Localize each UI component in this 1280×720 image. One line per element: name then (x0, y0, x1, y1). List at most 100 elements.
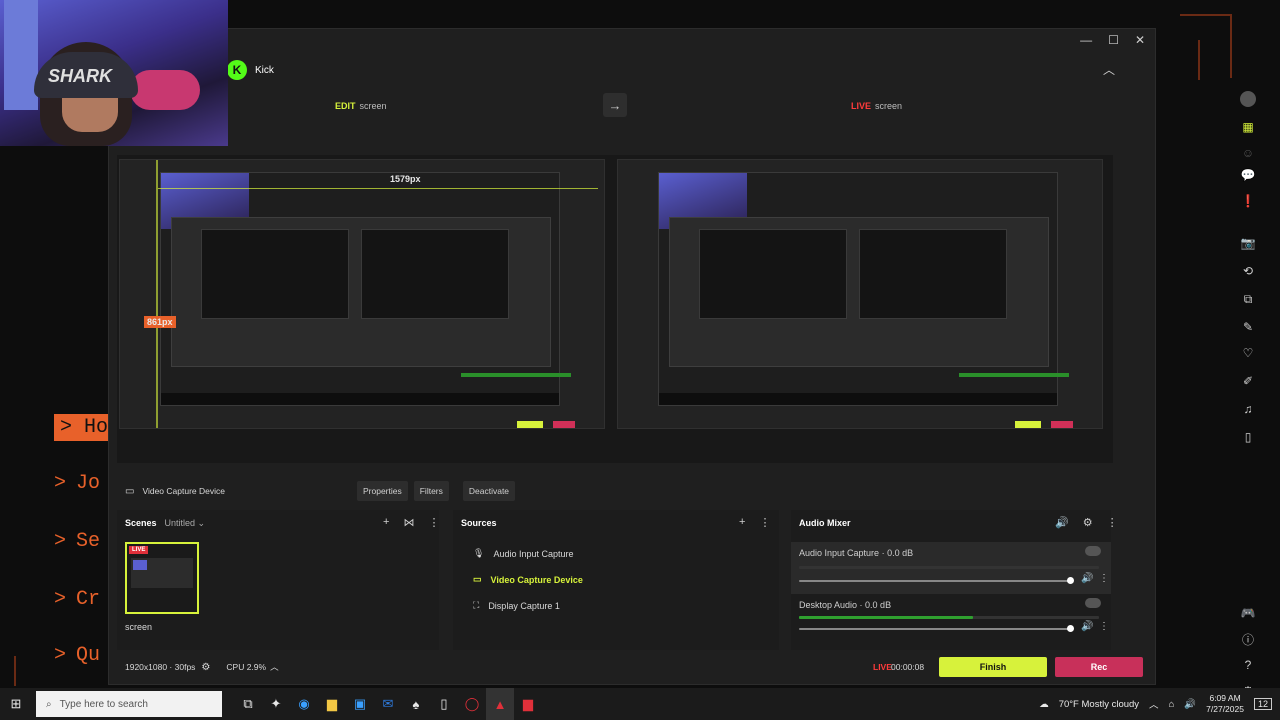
maximize-icon[interactable]: ☐ (1108, 33, 1119, 47)
audio-mixer-panel: Audio Mixer 🔊 ⚙ ⋮ Audio Input Capture · … (791, 510, 1118, 650)
live-preview-canvas (617, 159, 1103, 429)
weather-text[interactable]: 70°F Mostly cloudy (1059, 699, 1139, 710)
platform-indicator[interactable]: K Kick (227, 60, 274, 80)
finish-button[interactable]: Finish (939, 657, 1047, 677)
windows-start-icon[interactable]: ⊞ (2, 688, 30, 720)
transition-icon[interactable]: ⋈ (403, 516, 414, 529)
edit-mode-label: EDIT screen (335, 101, 387, 111)
phone-icon[interactable]: ▯ (1240, 429, 1256, 445)
rec-button[interactable]: Rec (1055, 657, 1143, 677)
arrow-right-icon: → (608, 97, 622, 113)
more-icon[interactable]: ⋮ (428, 516, 439, 529)
more-icon[interactable]: ⋮ (1099, 621, 1109, 632)
source-item[interactable]: ▭ Video Capture Device (473, 574, 583, 585)
edit-preview-canvas[interactable]: 1579px 861px (119, 159, 605, 429)
transition-arrow-button[interactable]: → (603, 93, 627, 117)
scene-name[interactable]: screen (125, 622, 152, 632)
layout-icon[interactable]: ▦ (1240, 119, 1256, 135)
alert-icon[interactable]: ❗ (1240, 193, 1256, 209)
cards-icon[interactable]: ♠ (402, 688, 430, 720)
scenes-actions: + ⋈ ⋮ (383, 516, 439, 529)
mute-toggle[interactable] (1085, 598, 1101, 608)
source-toolbar: ▭ Video Capture Device Properties Filter… (109, 469, 1119, 513)
store-icon[interactable]: ▣ (346, 688, 374, 720)
volume-slider-handle[interactable] (1067, 625, 1074, 632)
filters-button[interactable]: Filters (413, 481, 449, 501)
volume-slider[interactable] (799, 580, 1069, 582)
more-icon[interactable]: ⋮ (1107, 516, 1118, 529)
chevron-up-icon[interactable]: ︿ (1149, 697, 1159, 711)
mixer-actions: 🔊 ⚙ ⋮ (1055, 516, 1118, 529)
people-icon[interactable]: ☺ (1240, 145, 1256, 161)
sources-actions: + ⋮ (739, 516, 770, 529)
platform-name: Kick (255, 64, 274, 76)
resolution-label: 1920x1080 · 30fps (125, 662, 196, 672)
chevron-up-icon[interactable]: ︿ (270, 661, 279, 673)
scenes-panel: Scenes Untitled ⌄ + ⋈ ⋮ LIVE screen (117, 510, 439, 650)
paint-icon[interactable]: ✐ (1240, 373, 1256, 389)
notification-badge[interactable]: 12 (1253, 698, 1272, 710)
edge-icon[interactable]: ◉ (290, 688, 318, 720)
close-icon[interactable]: ✕ (1135, 33, 1145, 47)
level-meter (799, 616, 973, 619)
recorder-icon[interactable]: ▆ (514, 688, 542, 720)
chevron-up-icon[interactable]: ︿ (1103, 61, 1115, 78)
heart-icon[interactable]: ♡ (1240, 345, 1256, 361)
sources-title: Sources (461, 518, 497, 528)
copilot-icon[interactable]: ✦ (262, 688, 290, 720)
scene-thumbnail[interactable]: LIVE (125, 542, 199, 614)
volume-icon[interactable]: 🔊 (1055, 516, 1069, 529)
clock[interactable]: 6:09 AM 7/27/2025 (1206, 693, 1244, 715)
source-item[interactable]: ⛶ Display Capture 1 (473, 600, 560, 611)
decorative-bracket (14, 656, 18, 686)
more-icon[interactable]: ⋮ (759, 516, 770, 529)
width-measure-label: 1579px (390, 174, 421, 184)
opera-icon[interactable]: ◯ (458, 688, 486, 720)
info-icon[interactable]: ⓘ (1240, 631, 1256, 647)
file-icon[interactable]: ▯ (430, 688, 458, 720)
studio-mode-bar: EDIT screen → LIVE screen (109, 89, 1157, 123)
more-icon[interactable]: ⋮ (1099, 573, 1109, 584)
streaming-app-icon[interactable]: ▲ (486, 688, 514, 720)
speaker-icon[interactable]: 🔊 (1081, 573, 1093, 584)
taskbar-search-box[interactable]: ⌕ Type here to search (36, 691, 222, 717)
search-icon: ⌕ (46, 698, 52, 710)
camera-icon[interactable]: 📷 (1240, 235, 1256, 251)
deactivate-button[interactable]: Deactivate (462, 481, 516, 501)
volume-icon[interactable]: 🔊 (1184, 699, 1196, 710)
windows-taskbar: ⊞ ⌕ Type here to search ⧉ ✦ ◉ ▆ ▣ ✉ ♠ ▯ … (0, 688, 1280, 720)
help-icon[interactable]: ? (1240, 657, 1256, 673)
outlook-icon[interactable]: ✉ (374, 688, 402, 720)
pen-icon[interactable]: ✎ (1240, 319, 1256, 335)
avatar-icon[interactable] (1240, 91, 1256, 107)
add-source-icon[interactable]: + (739, 516, 745, 529)
multistream-icon[interactable]: ⧉ (1240, 291, 1256, 307)
speaker-icon[interactable]: 🔊 (1081, 621, 1093, 632)
gear-icon[interactable]: ⚙ (201, 662, 210, 673)
terminal-line: > Qu (54, 644, 101, 667)
controller-icon[interactable]: 🎮 (1240, 605, 1256, 621)
task-view-icon[interactable]: ⧉ (234, 688, 262, 720)
volume-slider[interactable] (799, 628, 1069, 630)
source-item[interactable]: 🎙 Audio Input Capture (473, 548, 574, 559)
network-icon[interactable]: ⌂ (1169, 699, 1175, 710)
right-sidebar: ▦ ☺ 💬 ❗ 📷 ⟲ ⧉ ✎ ♡ ✐ ♫ ▯ 🎮 ⓘ ? ⚙ (1235, 87, 1261, 707)
weather-icon[interactable]: ☁ (1039, 699, 1049, 710)
live-mode-label: LIVE screen (851, 101, 903, 111)
video-icon: ▭ (473, 574, 482, 584)
scene-collection-dropdown[interactable]: Untitled ⌄ (165, 518, 206, 529)
window-titlebar: — ☐ ✕ (109, 29, 1157, 51)
minimize-icon[interactable]: — (1080, 33, 1092, 47)
mute-toggle[interactable] (1085, 546, 1101, 556)
replay-icon[interactable]: ⟲ (1240, 263, 1256, 279)
properties-button[interactable]: Properties (356, 481, 408, 501)
add-scene-icon[interactable]: + (383, 516, 389, 529)
chat-icon[interactable]: 💬 (1240, 167, 1256, 183)
file-explorer-icon[interactable]: ▆ (318, 688, 346, 720)
volume-slider-handle[interactable] (1067, 577, 1074, 584)
gear-icon[interactable]: ⚙ (1083, 516, 1093, 529)
selected-source-name: Video Capture Device (142, 486, 225, 496)
music-icon[interactable]: ♫ (1240, 401, 1256, 417)
video-icon: ▭ (125, 485, 135, 497)
display-icon: ⛶ (473, 600, 480, 610)
